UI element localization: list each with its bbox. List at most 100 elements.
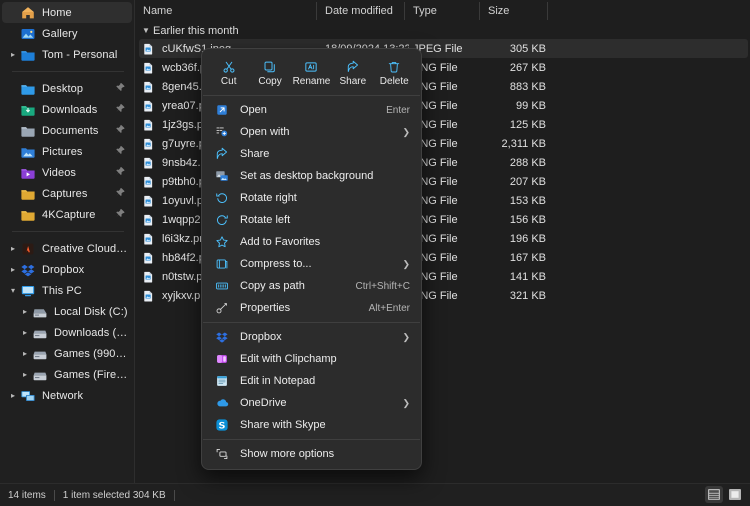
chevron-right-icon[interactable]: ▸ [6, 50, 20, 59]
image-file-icon [143, 156, 155, 170]
sidebar-item-tom-personal[interactable]: ▸ Tom - Personal [2, 44, 132, 65]
chevron-right-icon[interactable]: ▸ [18, 328, 32, 337]
context-menu-item-rotate-right[interactable]: Rotate right [205, 187, 418, 209]
this-pc-icon [20, 283, 36, 299]
pin-icon[interactable] [115, 187, 126, 198]
pin-icon[interactable] [115, 208, 126, 219]
context-menu-item-accelerator: Ctrl+Shift+C [355, 280, 410, 292]
sidebar-item-label: Games (FireCuda 530) (F:) [54, 368, 128, 381]
sidebar-item-label: Network [42, 389, 84, 402]
chevron-down-icon[interactable]: ▾ [6, 286, 20, 295]
sidebar-item-pictures[interactable]: Pictures [2, 141, 132, 162]
pin-icon[interactable] [115, 103, 126, 114]
large-icons-view-button[interactable] [726, 486, 744, 503]
context-menu-item-set-as-desktop-background[interactable]: Set as desktop background [205, 165, 418, 187]
column-header-type[interactable]: Type [405, 0, 480, 22]
file-size-cell: 156 KB [509, 213, 546, 226]
column-headers[interactable]: Name Date modified Type Size [135, 0, 750, 22]
rotate-right-icon [214, 190, 230, 206]
status-bar: 14 items 1 item selected 304 KB [0, 483, 750, 506]
pin-icon[interactable] [115, 166, 126, 177]
context-menu-item-dropbox[interactable]: Dropbox ❯ [205, 326, 418, 348]
image-file-icon [143, 194, 155, 208]
gallery-icon [20, 26, 36, 42]
pin-icon[interactable] [115, 124, 126, 135]
copy-path-icon [214, 278, 230, 294]
context-rename-button[interactable]: Rename [292, 56, 331, 87]
context-share-button[interactable]: Share [333, 56, 372, 87]
column-header-name[interactable]: Name [135, 0, 317, 22]
sidebar-item-creative-cloud-files[interactable]: ▸ Creative Cloud Files [2, 238, 132, 259]
context-delete-button[interactable]: Delete [375, 56, 414, 87]
sidebar-item-games-990-pro-e[interactable]: ▸ Games (990 Pro) (E:) [2, 343, 132, 364]
column-header-size[interactable]: Size [480, 0, 548, 22]
sidebar-item-network[interactable]: ▸ Network [2, 385, 132, 406]
sidebar-item-videos[interactable]: Videos [2, 162, 132, 183]
drive-icon [32, 325, 48, 341]
context-menu-item-add-to-favorites[interactable]: Add to Favorites [205, 231, 418, 253]
status-selection-info: 1 item selected 304 KB [62, 489, 166, 501]
chevron-placeholder [6, 9, 20, 17]
sidebar-item-downloads[interactable]: Downloads [2, 99, 132, 120]
chevron-right-icon[interactable]: ▸ [6, 391, 20, 400]
sidebar-item-this-pc[interactable]: ▾ This PC [2, 280, 132, 301]
context-menu-item-copy-as-path[interactable]: Copy as path Ctrl+Shift+C [205, 275, 418, 297]
context-menu-item-label: Rotate right [240, 192, 297, 204]
sidebar-item-gallery[interactable]: Gallery [2, 23, 132, 44]
column-header-date-modified[interactable]: Date modified [317, 0, 405, 22]
context-menu[interactable]: Cut Copy Rename Share Delete Open Enter Open w… [201, 48, 422, 470]
context-menu-item-share-with-skype[interactable]: Share with Skype [205, 414, 418, 436]
chevron-right-icon[interactable]: ▸ [18, 370, 32, 379]
chevron-right-icon[interactable]: ▸ [6, 265, 20, 274]
image-file-icon [143, 99, 155, 113]
onedrive-folder-icon [20, 47, 36, 63]
pin-icon[interactable] [115, 145, 126, 156]
context-menu-item-edit-with-clipchamp[interactable]: Edit with Clipchamp [205, 348, 418, 370]
file-size-cell: 321 KB [509, 289, 546, 302]
sidebar-item-captures[interactable]: Captures [2, 183, 132, 204]
context-menu-toolbar[interactable]: Cut Copy Rename Share Delete [202, 53, 421, 92]
context-cut-button[interactable]: Cut [209, 56, 248, 87]
context-menu-item-onedrive[interactable]: OneDrive ❯ [205, 392, 418, 414]
sidebar-item-label: Local Disk (C:) [54, 305, 128, 318]
sidebar-item-games-firecuda-530-f[interactable]: ▸ Games (FireCuda 530) (F:) [2, 364, 132, 385]
chevron-right-icon: ❯ [402, 258, 410, 269]
chevron-right-icon[interactable]: ▸ [18, 349, 32, 358]
image-file-icon [143, 213, 155, 227]
chevron-right-icon[interactable]: ▸ [6, 244, 20, 253]
dropbox-icon [214, 329, 230, 345]
context-menu-item-open-with[interactable]: Open with ❯ [205, 121, 418, 143]
pin-icon[interactable] [115, 82, 126, 93]
sidebar-item-4kcapture[interactable]: 4KCapture [2, 204, 132, 225]
sidebar-item-local-disk-c[interactable]: ▸ Local Disk (C:) [2, 301, 132, 322]
context-menu-item-show-more-options[interactable]: Show more options [205, 443, 418, 465]
context-menu-item-accelerator: Alt+Enter [368, 302, 410, 314]
context-menu-item-compress-to[interactable]: Compress to... ❯ [205, 253, 418, 275]
group-header-earlier-this-month[interactable]: ▼ Earlier this month [135, 22, 750, 39]
details-view-button[interactable] [705, 486, 723, 503]
downloads-folder-icon [20, 102, 36, 118]
context-toolbar-label: Share [339, 76, 367, 87]
view-mode-buttons[interactable] [705, 486, 744, 503]
context-menu-item-properties[interactable]: Properties Alt+Enter [205, 297, 418, 319]
context-menu-item-label: Dropbox [240, 331, 282, 343]
sidebar-item-downloads-t700-d[interactable]: ▸ Downloads (T700) (D:) [2, 322, 132, 343]
context-menu-item-edit-in-notepad[interactable]: Edit in Notepad [205, 370, 418, 392]
navigation-pane[interactable]: Home Gallery ▸ Tom - Personal Desktop Down… [0, 0, 135, 483]
chevron-placeholder [6, 127, 20, 135]
share-icon [346, 58, 360, 75]
context-copy-button[interactable]: Copy [251, 56, 290, 87]
context-menu-item-label: Properties [240, 302, 291, 314]
sidebar-item-home[interactable]: Home [2, 2, 132, 23]
context-menu-item-rotate-left[interactable]: Rotate left [205, 209, 418, 231]
image-file-icon [143, 289, 155, 303]
chevron-right-icon[interactable]: ▸ [18, 307, 32, 316]
sidebar-item-documents[interactable]: Documents [2, 120, 132, 141]
status-divider [53, 489, 55, 501]
sidebar-item-label: Desktop [42, 82, 84, 95]
context-menu-item-share[interactable]: Share [205, 143, 418, 165]
context-menu-item-open[interactable]: Open Enter [205, 99, 418, 121]
sidebar-item-dropbox[interactable]: ▸ Dropbox [2, 259, 132, 280]
chevron-placeholder [6, 85, 20, 93]
sidebar-item-desktop[interactable]: Desktop [2, 78, 132, 99]
